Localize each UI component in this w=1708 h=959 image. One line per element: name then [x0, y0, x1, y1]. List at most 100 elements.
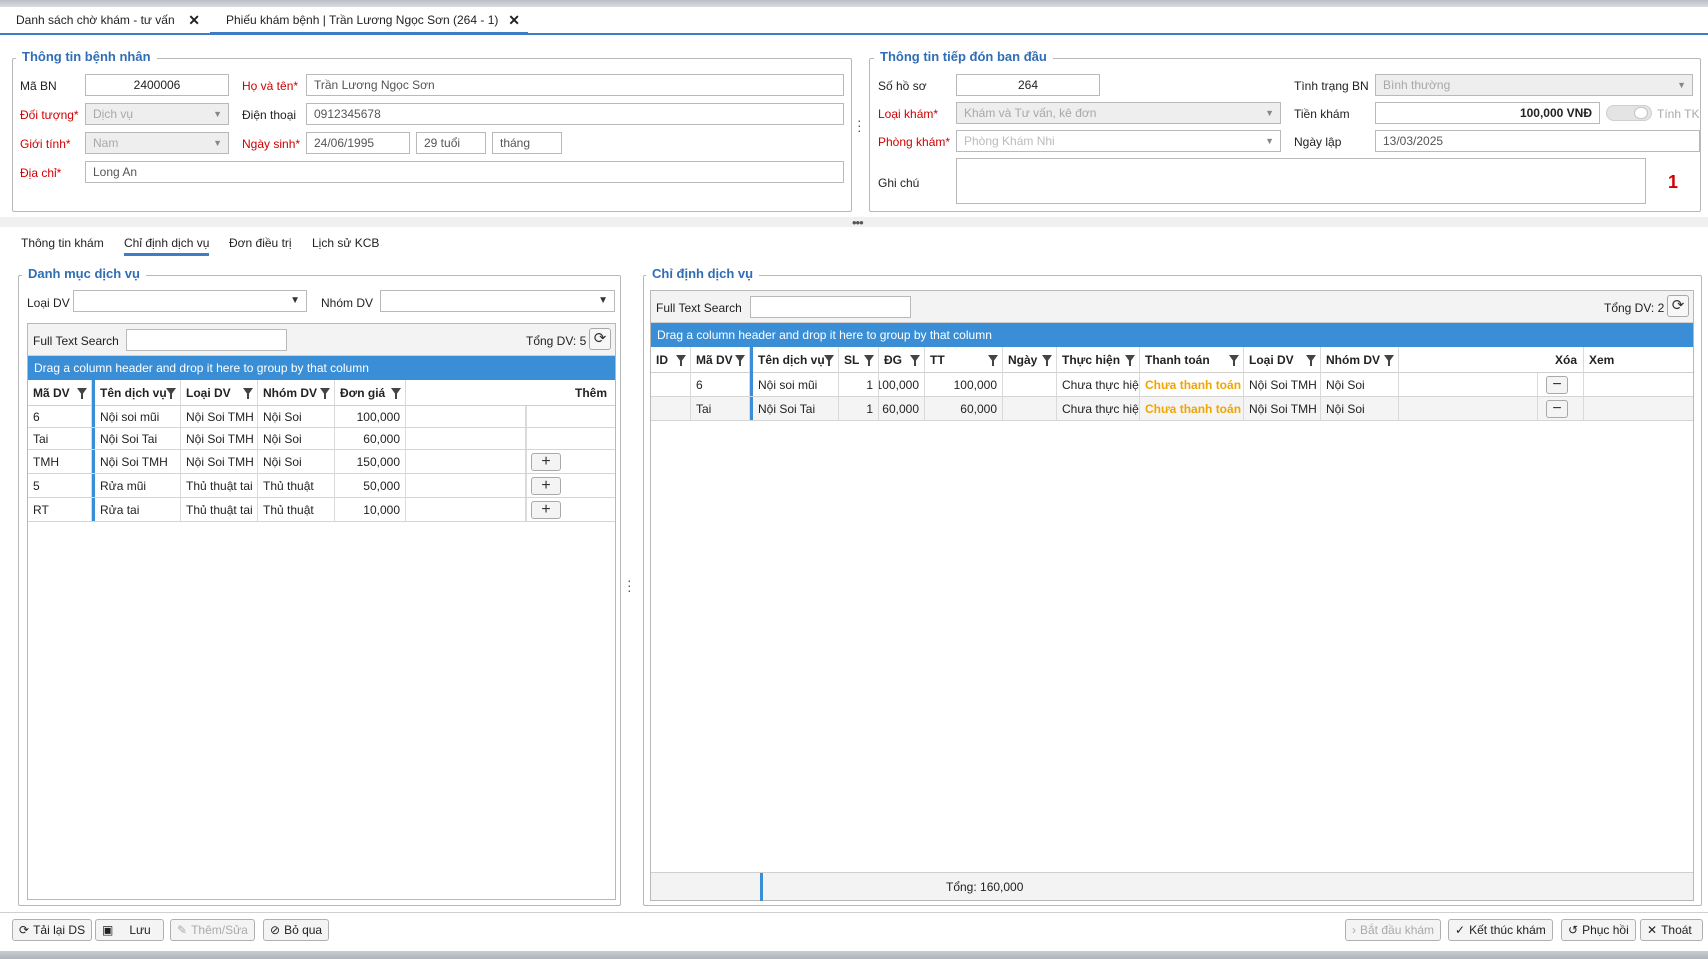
table-row[interactable]: TMH Nội Soi TMH Nội Soi TMH Nội Soi 150,000 +	[28, 450, 615, 474]
column-header-label: Tên dịch vụ	[758, 353, 825, 367]
add-service-button[interactable]: +	[531, 501, 561, 519]
tab-exam-form[interactable]: Phiếu khám bệnh | Trần Lương Ngọc Sơn (2…	[210, 7, 528, 35]
column-header-ngay[interactable]: Ngày	[1003, 347, 1057, 373]
column-header-nhom-dv[interactable]: Nhóm DV	[1321, 347, 1399, 373]
tab-chi-dinh-dich-vu[interactable]: Chỉ định dịch vụ	[124, 236, 210, 256]
tinh-trang-select[interactable]: Bình thường ▼	[1375, 74, 1693, 96]
finish-exam-button[interactable]: ✓ Kết thúc khám	[1448, 919, 1553, 941]
filter-icon[interactable]	[1042, 355, 1052, 366]
column-header-tt[interactable]: TT	[925, 347, 1003, 373]
filter-icon[interactable]	[864, 355, 874, 366]
save-button[interactable]: ▣ Lưu	[95, 919, 164, 941]
cell-xem[interactable]	[1584, 397, 1693, 420]
add-service-button[interactable]: +	[531, 477, 561, 495]
vertical-splitter-handle[interactable]: · · ·	[857, 113, 862, 137]
start-exam-button[interactable]: › Bắt đầu khám	[1345, 919, 1442, 941]
thang-field[interactable]: tháng	[492, 132, 562, 154]
tinh-tk-toggle[interactable]	[1606, 105, 1652, 121]
column-header-ten-dich-vu[interactable]: Tên dịch vụ	[92, 380, 181, 406]
column-header-don-gia[interactable]: Đơn giá	[335, 380, 406, 406]
filter-icon[interactable]	[910, 355, 920, 366]
loai-dv-select[interactable]: ▼	[73, 290, 307, 312]
restore-button[interactable]: ↺ Phục hồi	[1561, 919, 1636, 941]
close-icon[interactable]: ✕	[188, 7, 200, 33]
table-row[interactable]: RT Rửa tai Thủ thuật tai Thủ thuật 10,000 +	[28, 498, 615, 522]
column-header-thanh-toan[interactable]: Thanh toán	[1140, 347, 1244, 373]
column-header-loai-dv[interactable]: Loại DV	[1244, 347, 1321, 373]
filter-icon[interactable]	[1229, 355, 1239, 366]
column-header-id[interactable]: ID	[651, 347, 691, 373]
table-row[interactable]: 6 Nội soi mũi 1 100,000 100,000 Chưa thực hiệ…	[651, 373, 1693, 397]
tab-don-dieu-tri[interactable]: Đơn điều trị	[229, 236, 292, 253]
table-row[interactable]: Tai Nội Soi Tai 1 60,000 60,000 Chưa thực hiệ…	[651, 397, 1693, 421]
ho-ten-field[interactable]: Trần Lương Ngọc Sơn	[306, 74, 844, 96]
exit-button[interactable]: ✕ Thoát	[1640, 919, 1703, 941]
add-edit-button[interactable]: ✎ Thêm/Sửa	[170, 919, 255, 941]
refresh-icon[interactable]: ⟳	[1667, 295, 1689, 317]
tab-thong-tin-kham[interactable]: Thông tin khám	[21, 236, 104, 253]
orders-legend: Chỉ định dịch vụ	[646, 266, 760, 281]
column-header-dg[interactable]: ĐG	[879, 347, 925, 373]
close-icon[interactable]: ✕	[508, 7, 520, 33]
column-header-xoa: Xóa	[1399, 347, 1584, 373]
tab-lich-su-kcb[interactable]: Lịch sử KCB	[312, 236, 379, 253]
skip-button[interactable]: ⊘ Bỏ qua	[263, 919, 330, 941]
filter-icon[interactable]	[77, 388, 87, 399]
ghi-chu-textarea[interactable]	[956, 158, 1646, 204]
dia-chi-field[interactable]: Long An	[85, 161, 844, 183]
filter-icon[interactable]	[676, 355, 686, 366]
tuoi-field[interactable]: 29 tuổi	[416, 132, 486, 154]
full-text-search-input[interactable]	[126, 329, 287, 351]
filter-icon[interactable]	[166, 388, 176, 399]
phong-kham-select[interactable]: Phòng Khám Nhi ▼	[956, 130, 1281, 152]
remove-service-button[interactable]: −	[1546, 400, 1568, 418]
filter-icon[interactable]	[988, 355, 998, 366]
tab-waiting-list[interactable]: Danh sách chờ khám - tư vấn ✕	[0, 7, 208, 35]
group-by-dropzone[interactable]: Drag a column header and drop it here to…	[651, 323, 1693, 347]
doi-tuong-select[interactable]: Dịch vụ ▼	[85, 103, 229, 125]
filter-icon[interactable]	[320, 388, 330, 399]
full-text-search-input[interactable]	[750, 296, 911, 318]
cell-loai: Thủ thuật tai	[181, 498, 258, 521]
orders-grid-footer: Tổng: 160,000	[651, 872, 1693, 901]
refresh-icon[interactable]: ⟳	[589, 328, 611, 350]
chevron-down-icon: ▼	[598, 295, 608, 306]
gioi-tinh-select[interactable]: Nam ▼	[85, 132, 229, 154]
cell-dg: 60,000	[879, 397, 925, 420]
column-header-loai-dv[interactable]: Loại DV	[181, 380, 258, 406]
add-service-button[interactable]: +	[531, 453, 561, 471]
cell-empty	[406, 450, 526, 473]
dien-thoai-field[interactable]: 0912345678	[306, 103, 844, 125]
vertical-splitter-handle[interactable]: · · ·	[627, 573, 632, 597]
ngay-lap-field[interactable]: 13/03/2025	[1375, 130, 1700, 152]
filter-icon[interactable]	[735, 355, 745, 366]
remove-service-button[interactable]: −	[1546, 376, 1568, 394]
cell-xem[interactable]	[1584, 373, 1693, 396]
ma-bn-field[interactable]: 2400006	[85, 74, 229, 96]
filter-icon[interactable]	[1306, 355, 1316, 366]
chevron-down-icon: ▼	[213, 109, 222, 119]
filter-icon[interactable]	[1125, 355, 1135, 366]
so-ho-so-field[interactable]: 264	[956, 74, 1100, 96]
column-header-ma-dv[interactable]: Mã DV	[28, 380, 92, 406]
table-row[interactable]: 6 Nội soi mũi Nội Soi TMH Nội Soi 100,000	[28, 406, 615, 428]
loai-kham-select[interactable]: Khám và Tư vấn, kê đơn ▼	[956, 102, 1281, 124]
column-header-ten-dich-vu[interactable]: Tên dịch vụ	[750, 347, 839, 373]
filter-icon[interactable]	[1384, 355, 1394, 366]
group-by-dropzone[interactable]: Drag a column header and drop it here to…	[28, 356, 615, 380]
table-row[interactable]: 5 Rửa mũi Thủ thuật tai Thủ thuật 50,000 +	[28, 474, 615, 498]
cell-nhom: Thủ thuật	[258, 498, 335, 521]
column-header-ma-dv[interactable]: Mã DV	[691, 347, 750, 373]
column-header-sl[interactable]: SL	[839, 347, 879, 373]
filter-icon[interactable]	[243, 388, 253, 399]
ngay-sinh-field[interactable]: 24/06/1995	[306, 132, 410, 154]
column-header-nhom-dv[interactable]: Nhóm DV	[258, 380, 335, 406]
reload-list-button[interactable]: ⟳ Tải lại DS	[12, 919, 93, 941]
table-row[interactable]: Tai Nội Soi Tai Nội Soi TMH Nội Soi 60,000	[28, 428, 615, 450]
column-header-thuc-hien[interactable]: Thực hiện	[1057, 347, 1140, 373]
nhom-dv-select[interactable]: ▼	[380, 290, 615, 312]
cell-ma: 6	[691, 373, 750, 396]
filter-icon[interactable]	[391, 388, 401, 399]
tien-kham-field[interactable]: 100,000 VNĐ	[1375, 102, 1600, 124]
filter-icon[interactable]	[824, 355, 834, 366]
